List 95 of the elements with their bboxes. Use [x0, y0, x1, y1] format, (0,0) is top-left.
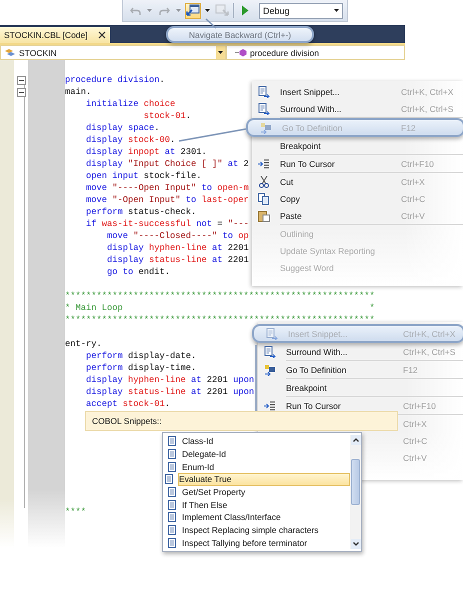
navigate-back-button[interactable]: [185, 2, 201, 18]
tooltip: Navigate Backward (Ctrl+-): [166, 26, 314, 43]
snippet-item[interactable]: Implement Class/Interface: [165, 510, 350, 524]
code-line: display "Input Choice [ ]" at 2: [85, 158, 249, 170]
code-line: perform display-date.: [85, 350, 196, 362]
snippet-item[interactable]: If Then Else: [165, 498, 350, 511]
menu-item[interactable]: Breakpoint: [258, 379, 463, 396]
leader-line: [255, 345, 257, 411]
code-line: perform status-check.: [85, 206, 196, 218]
definition-icon: [264, 364, 276, 376]
scroll-down-icon[interactable]: [350, 539, 360, 549]
code-line: if was-it-successful not = "---: [85, 218, 249, 230]
method-icon: [235, 48, 247, 57]
document-icon: [168, 512, 177, 522]
snippet-item[interactable]: Inspect Replacing simple characters: [165, 524, 350, 536]
code-line: move "----Closed----" to op: [106, 230, 249, 242]
code-line: ***********************************************************: [65, 290, 375, 302]
clipboard-icon: [258, 210, 270, 222]
code-line: display hyphen-line at 2201 upon: [85, 374, 254, 386]
caret-icon: [147, 9, 152, 12]
snippet-item[interactable]: Inspect Tallying before terminator: [165, 536, 350, 549]
collapse-icon[interactable]: [16, 88, 26, 97]
code-line: main.: [65, 86, 92, 98]
menu-item[interactable]: Cut Ctrl+X: [252, 173, 463, 190]
undo-icon: [130, 6, 140, 16]
menu-item[interactable]: Insert Snippet... Ctrl+K, Ctrl+X: [252, 83, 463, 100]
leader-line: [206, 18, 216, 29]
code-line: * Main Loop *: [65, 302, 375, 314]
code-line: accept stock-01.: [85, 398, 170, 410]
code-line: initialize choice: [85, 98, 176, 110]
surround-icon: [264, 346, 276, 358]
window-arrow-icon: [186, 4, 200, 17]
code-line: move "-Open Input" to last-oper: [85, 194, 249, 206]
redo-icon: [158, 6, 170, 16]
collapse-icon[interactable]: [16, 76, 26, 85]
code-line: display status-line at 2201: [106, 254, 249, 266]
code-line: display space.: [85, 122, 160, 134]
menu-item[interactable]: Surround With... Ctrl+K, Ctrl+S: [252, 100, 463, 117]
menu-item[interactable]: Breakpoint: [252, 137, 463, 154]
menu-item[interactable]: Run To Cursor Ctrl+F10: [258, 397, 463, 414]
document-icon: [165, 474, 174, 484]
code-line: procedure division.: [65, 74, 165, 86]
menu-item[interactable]: Go To Definition F12: [258, 361, 463, 378]
code-line: open input stock-file.: [85, 170, 202, 182]
document-icon: [168, 436, 177, 446]
scrollbar[interactable]: [350, 435, 361, 549]
document-icon: [168, 524, 177, 535]
run-to-cursor-icon: [264, 400, 276, 410]
code-line: display status-line at 2201 upon: [85, 386, 254, 398]
menu-item[interactable]: Run To Cursor Ctrl+F10: [252, 155, 463, 172]
code-line: go to endit.: [106, 266, 170, 278]
menu-item[interactable]: Copy Ctrl+C: [252, 190, 463, 207]
definition-icon: [260, 122, 272, 134]
snippet-picker-title: COBOL Snippets::: [92, 416, 162, 426]
run-to-cursor-icon: [258, 158, 270, 168]
document-tab[interactable]: STOCKIN.CBL [Code]: [0, 27, 110, 43]
code-line: ****: [65, 506, 86, 518]
document-icon: [168, 500, 177, 510]
class-icon: [4, 48, 16, 58]
code-line: move "----Open Input" to open-m: [85, 182, 249, 194]
document-icon: [168, 538, 177, 548]
scroll-up-icon[interactable]: [350, 435, 360, 445]
scissors-icon: [259, 176, 269, 188]
code-line: display hyphen-line at 2201: [106, 242, 249, 254]
leader-line: [178, 128, 246, 142]
snippet-item[interactable]: Get/Set Property: [165, 486, 350, 498]
code-line: perform display-time.: [85, 362, 196, 374]
document-icon: [168, 448, 177, 459]
play-icon: [241, 5, 249, 16]
scroll-thumb[interactable]: [351, 459, 360, 505]
caret-icon: [218, 51, 223, 54]
member-dropdown[interactable]: procedure division: [226, 45, 405, 60]
caret-icon: [176, 9, 181, 12]
code-line: stock-01.: [142, 110, 192, 122]
caret-icon: [334, 9, 339, 12]
window-arrow-icon: [215, 4, 229, 17]
document-icon: [168, 462, 177, 472]
caret-icon: [205, 9, 210, 12]
code-line: ent-ry.: [65, 338, 102, 350]
copy-icon: [258, 192, 270, 204]
snippet-item[interactable]: Enum-Id: [165, 460, 350, 473]
code-line: display stock-00.: [85, 134, 176, 146]
snippet-icon: [266, 328, 278, 340]
document-icon: [168, 487, 177, 497]
snippet-item[interactable]: Delegate-Id: [165, 448, 350, 460]
code-line: display inpopt at 2301.: [85, 146, 207, 158]
close-icon[interactable]: [98, 31, 106, 39]
surround-icon: [258, 102, 270, 114]
snippet-icon: [258, 86, 270, 98]
menu-item[interactable]: Surround With... Ctrl+K, Ctrl+S: [258, 343, 463, 360]
type-dropdown[interactable]: STOCKIN: [0, 45, 226, 60]
snippet-item[interactable]: Class-Id: [165, 435, 350, 448]
menu-item[interactable]: Paste Ctrl+V: [252, 207, 463, 224]
configuration-dropdown[interactable]: Debug: [259, 2, 343, 18]
code-line: ***********************************************************: [65, 314, 375, 326]
